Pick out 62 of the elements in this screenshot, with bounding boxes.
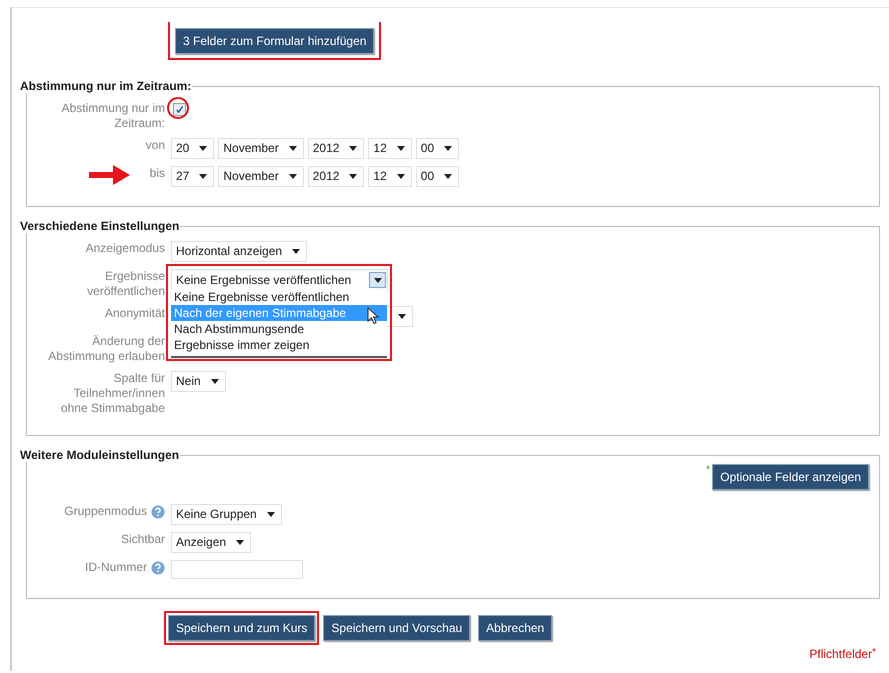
field-label: ID-Nummer [85, 560, 147, 575]
field-label: Abstimmung nur im Zeitraum: [60, 101, 165, 131]
help-icon[interactable] [151, 561, 165, 575]
dropdown[interactable]: 00 [416, 138, 460, 159]
field-label: Änderung der Abstimmung erlauben [47, 334, 165, 364]
dropdown[interactable]: 2012 [308, 166, 364, 187]
field-label: Anonymität [104, 306, 165, 321]
dropdown-option[interactable]: Ergebnisse immer zeigen [171, 337, 387, 353]
arrow-icon [87, 164, 131, 186]
dropdown[interactable]: November [218, 166, 304, 187]
caret-icon [199, 174, 208, 179]
section-title: Abstimmung nur im Zeitraum: [19, 79, 192, 93]
checkbox[interactable] [173, 103, 186, 116]
form-button[interactable]: Speichern und Vorschau [323, 615, 470, 641]
dropdown[interactable]: November [218, 138, 304, 159]
dropdown[interactable]: 27 [171, 166, 214, 187]
field-label: Ergebnisse veröffentlichen [86, 269, 165, 299]
dropdown-option[interactable]: Nach Abstimmungsende [171, 321, 387, 337]
caret-icon [396, 174, 405, 179]
dropdown[interactable]: 20 [171, 138, 214, 159]
help-icon[interactable] [151, 505, 165, 519]
caret-icon [210, 379, 219, 384]
caret-icon [236, 540, 244, 545]
field-label: Spalte für Teilnehmer/innen ohne Stimmabgabe [60, 371, 165, 416]
caret-icon [444, 146, 452, 151]
field-label: von [146, 138, 165, 153]
caret-icon [374, 278, 382, 282]
dropdown[interactable]: Keine Ergebnisse veröffentlichen [171, 269, 388, 291]
caret-icon [266, 512, 275, 517]
form-button[interactable]: Speichern und zum Kurs [168, 615, 316, 641]
section-title: Verschiedene Einstellungen [19, 219, 180, 233]
caret-icon [288, 174, 297, 179]
dropdown[interactable]: 2012 [308, 138, 364, 159]
form-button[interactable]: Abbrechen [478, 615, 552, 641]
required-note: Pflichtfelder [809, 647, 872, 661]
field-label: Anzeigemodus [86, 241, 165, 256]
dropdown[interactable]: 12 [368, 166, 412, 187]
dropdown[interactable]: 00 [416, 166, 460, 187]
caret-icon [349, 146, 358, 151]
cursor-icon [367, 307, 379, 325]
caret-icon [349, 174, 358, 179]
dropdown-option[interactable]: Keine Ergebnisse veröffentlichen [171, 289, 387, 305]
dropdown[interactable]: Nein [171, 371, 226, 392]
caret-icon [292, 249, 300, 254]
caret-icon [398, 314, 406, 319]
dropdown[interactable]: 12 [368, 138, 412, 159]
dropdown[interactable]: Anzeigen [171, 532, 252, 553]
add-fields-button[interactable]: 3 Felder zum Formular hinzufügen [175, 28, 374, 54]
dropdown[interactable]: Horizontal anzeigen [171, 241, 308, 262]
field-label: bis [150, 166, 165, 181]
caret-icon [288, 146, 297, 151]
caret-icon [444, 174, 452, 179]
field-label: Gruppenmodus [64, 504, 147, 519]
required-mark: * [872, 647, 876, 658]
caret-icon [396, 146, 405, 151]
caret-icon [199, 146, 208, 151]
required-mark: * [706, 464, 710, 476]
optional-fields-button[interactable]: Optionale Felder anzeigen [712, 464, 869, 490]
section-title: Weitere Moduleinstellungen [19, 448, 180, 462]
dropdown[interactable]: Keine Gruppen [171, 504, 282, 525]
input-field[interactable] [171, 560, 303, 579]
field-label: Sichtbar [120, 532, 165, 547]
